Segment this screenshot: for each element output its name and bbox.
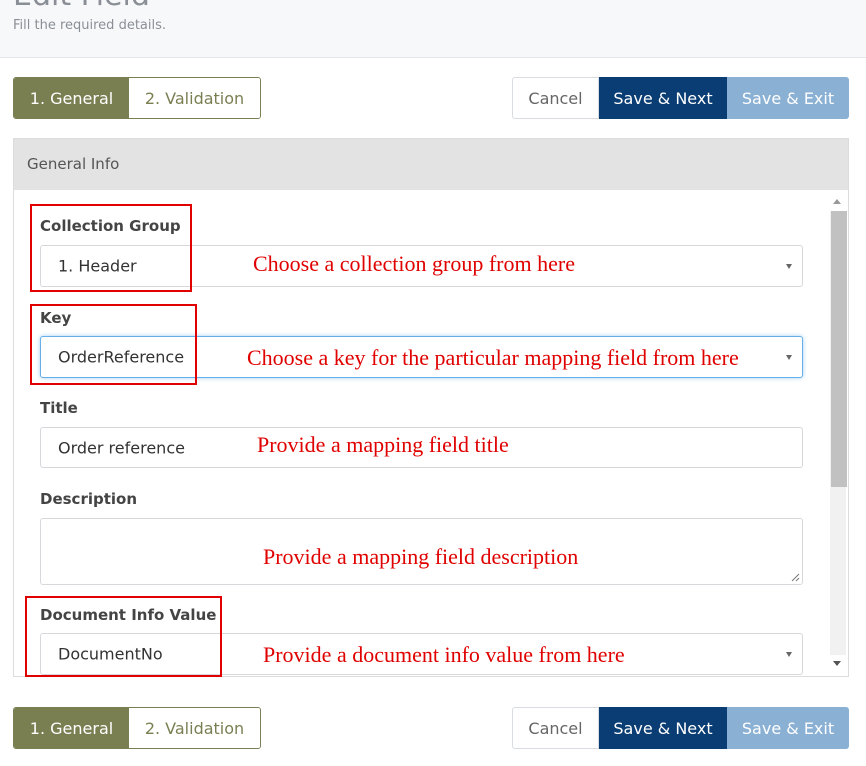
highlight-collection-group bbox=[30, 204, 192, 292]
annotation-title: Provide a mapping field title bbox=[257, 432, 509, 457]
tab-validation[interactable]: 2. Validation bbox=[129, 78, 260, 118]
annotation-key: Choose a key for the particular mapping … bbox=[247, 345, 739, 370]
chevron-down-icon bbox=[786, 652, 792, 657]
description-label: Description bbox=[40, 490, 138, 508]
highlight-document-info-value bbox=[25, 596, 222, 677]
save-exit-button[interactable]: Save & Exit bbox=[727, 707, 849, 749]
scroll-thumb[interactable] bbox=[831, 211, 847, 487]
highlight-key bbox=[30, 304, 197, 385]
annotation-collection-group: Choose a collection group from here bbox=[253, 251, 575, 276]
step-tabs: 1. General 2. Validation bbox=[13, 707, 261, 749]
annotation-description: Provide a mapping field description bbox=[263, 544, 579, 569]
chevron-down-icon bbox=[786, 355, 792, 360]
panel-scrollbar[interactable] bbox=[829, 195, 847, 673]
save-next-button[interactable]: Save & Next bbox=[599, 77, 727, 119]
step-tabs: 1. General 2. Validation bbox=[13, 77, 261, 119]
panel-header: General Info bbox=[14, 139, 848, 190]
action-buttons: Cancel Save & Next Save & Exit bbox=[512, 77, 849, 119]
bottom-toolbar: 1. General 2. Validation Cancel Save & N… bbox=[13, 707, 849, 749]
save-exit-button[interactable]: Save & Exit bbox=[727, 77, 849, 119]
top-toolbar: 1. General 2. Validation Cancel Save & N… bbox=[13, 77, 849, 119]
tab-general[interactable]: 1. General bbox=[14, 78, 129, 118]
resize-handle-icon[interactable] bbox=[790, 572, 800, 582]
tab-general[interactable]: 1. General bbox=[14, 708, 129, 748]
tab-validation[interactable]: 2. Validation bbox=[129, 708, 260, 748]
page-header: Edit Field Fill the required details. bbox=[0, 0, 866, 58]
page-subtitle: Fill the required details. bbox=[13, 18, 167, 33]
cancel-button[interactable]: Cancel bbox=[512, 77, 599, 119]
save-next-button[interactable]: Save & Next bbox=[599, 707, 727, 749]
title-label: Title bbox=[40, 399, 78, 417]
action-buttons: Cancel Save & Next Save & Exit bbox=[512, 707, 849, 749]
title-value: Order reference bbox=[58, 438, 185, 457]
page-title: Edit Field bbox=[13, 0, 150, 13]
annotation-document-info-value: Provide a document info value from here bbox=[263, 642, 625, 667]
chevron-down-icon bbox=[786, 264, 792, 269]
scroll-down-icon[interactable] bbox=[833, 661, 841, 666]
cancel-button[interactable]: Cancel bbox=[512, 707, 599, 749]
scroll-up-icon[interactable] bbox=[833, 199, 841, 204]
panel-title: General Info bbox=[27, 155, 120, 173]
